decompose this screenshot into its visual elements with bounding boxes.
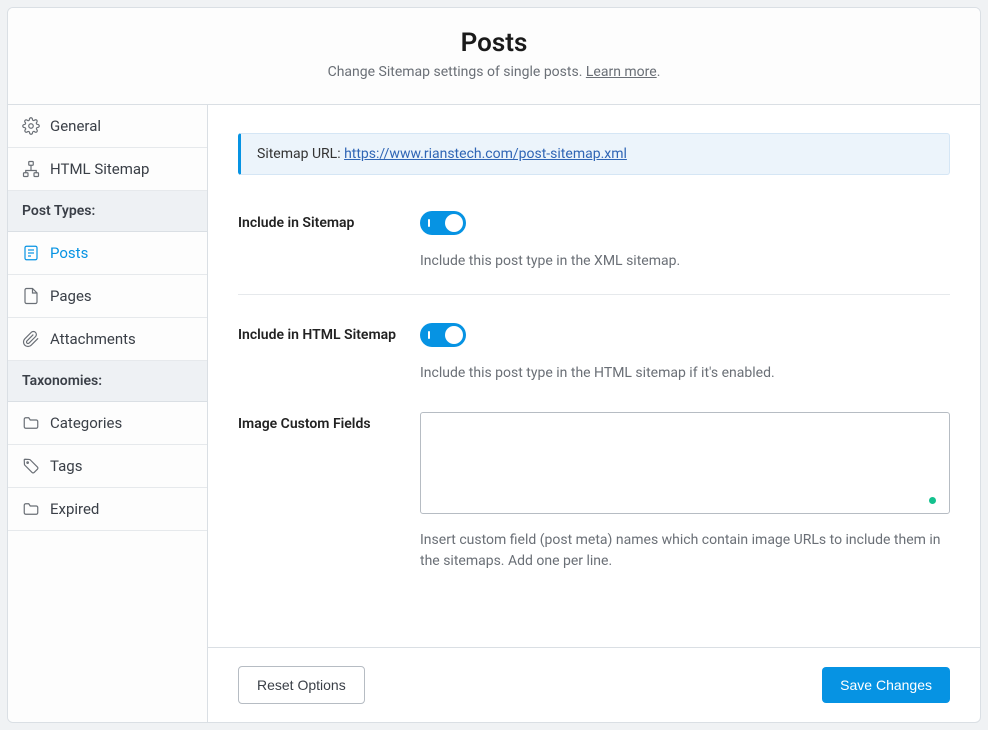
include-html-sitemap-label: Include in HTML Sitemap xyxy=(238,323,420,384)
include-sitemap-label: Include in Sitemap xyxy=(238,211,420,272)
include-sitemap-toggle[interactable] xyxy=(420,211,466,235)
sitemap-icon xyxy=(22,160,40,178)
image-custom-fields-help: Insert custom field (post meta) names wh… xyxy=(420,530,950,572)
image-custom-fields-input[interactable] xyxy=(420,412,950,514)
field-include-html-sitemap: Include in HTML Sitemap Include this pos… xyxy=(238,317,950,406)
main-content: Sitemap URL: https://www.rianstech.com/p… xyxy=(208,105,980,722)
sidebar-item-html-sitemap[interactable]: HTML Sitemap xyxy=(8,148,207,191)
attachment-icon xyxy=(22,330,40,348)
include-html-sitemap-toggle[interactable] xyxy=(420,323,466,347)
tag-icon xyxy=(22,457,40,475)
sitemap-url-link[interactable]: https://www.rianstech.com/post-sitemap.x… xyxy=(344,146,627,162)
page-icon xyxy=(22,287,40,305)
save-changes-button[interactable]: Save Changes xyxy=(822,667,950,703)
panel-footer: Reset Options Save Changes xyxy=(208,647,980,722)
folder-icon xyxy=(22,414,40,432)
sidebar-label-html-sitemap: HTML Sitemap xyxy=(50,160,150,178)
sidebar-item-attachments[interactable]: Attachments xyxy=(8,318,207,361)
sidebar: General HTML Sitemap Post Types: Posts xyxy=(8,105,208,722)
status-dot-icon xyxy=(929,497,936,504)
sidebar-label-general: General xyxy=(50,117,101,135)
sidebar-section-post-types: Post Types: xyxy=(8,191,207,232)
notice-label: Sitemap URL: xyxy=(257,146,344,162)
sidebar-item-tags[interactable]: Tags xyxy=(8,445,207,488)
sidebar-item-expired[interactable]: Expired xyxy=(8,488,207,531)
page-subtitle: Change Sitemap settings of single posts.… xyxy=(28,64,960,80)
include-sitemap-help: Include this post type in the XML sitema… xyxy=(420,251,950,272)
sidebar-label-pages: Pages xyxy=(50,287,92,305)
page-title: Posts xyxy=(28,28,960,58)
sidebar-item-general[interactable]: General xyxy=(8,105,207,148)
sidebar-item-posts[interactable]: Posts xyxy=(8,232,207,275)
sidebar-section-taxonomies: Taxonomies: xyxy=(8,361,207,402)
sidebar-label-posts: Posts xyxy=(50,244,88,262)
learn-more-link[interactable]: Learn more xyxy=(586,64,657,80)
panel-header: Posts Change Sitemap settings of single … xyxy=(8,8,980,105)
settings-panel: Posts Change Sitemap settings of single … xyxy=(7,7,981,723)
image-custom-fields-label: Image Custom Fields xyxy=(238,412,420,572)
subtitle-text: Change Sitemap settings of single posts. xyxy=(328,64,586,80)
field-include-sitemap: Include in Sitemap Include this post typ… xyxy=(238,205,950,295)
sidebar-item-pages[interactable]: Pages xyxy=(8,275,207,318)
sitemap-url-notice: Sitemap URL: https://www.rianstech.com/p… xyxy=(238,133,950,175)
sidebar-label-categories: Categories xyxy=(50,414,122,432)
sidebar-item-categories[interactable]: Categories xyxy=(8,402,207,445)
field-image-custom-fields: Image Custom Fields Insert custom field … xyxy=(238,406,950,594)
gear-icon xyxy=(22,117,40,135)
sidebar-label-expired: Expired xyxy=(50,500,99,518)
sidebar-label-attachments: Attachments xyxy=(50,330,136,348)
reset-options-button[interactable]: Reset Options xyxy=(238,666,365,704)
sidebar-label-tags: Tags xyxy=(50,457,82,475)
include-html-sitemap-help: Include this post type in the HTML sitem… xyxy=(420,363,950,384)
folder-icon xyxy=(22,500,40,518)
post-icon xyxy=(22,244,40,262)
subtitle-period: . xyxy=(657,64,661,80)
